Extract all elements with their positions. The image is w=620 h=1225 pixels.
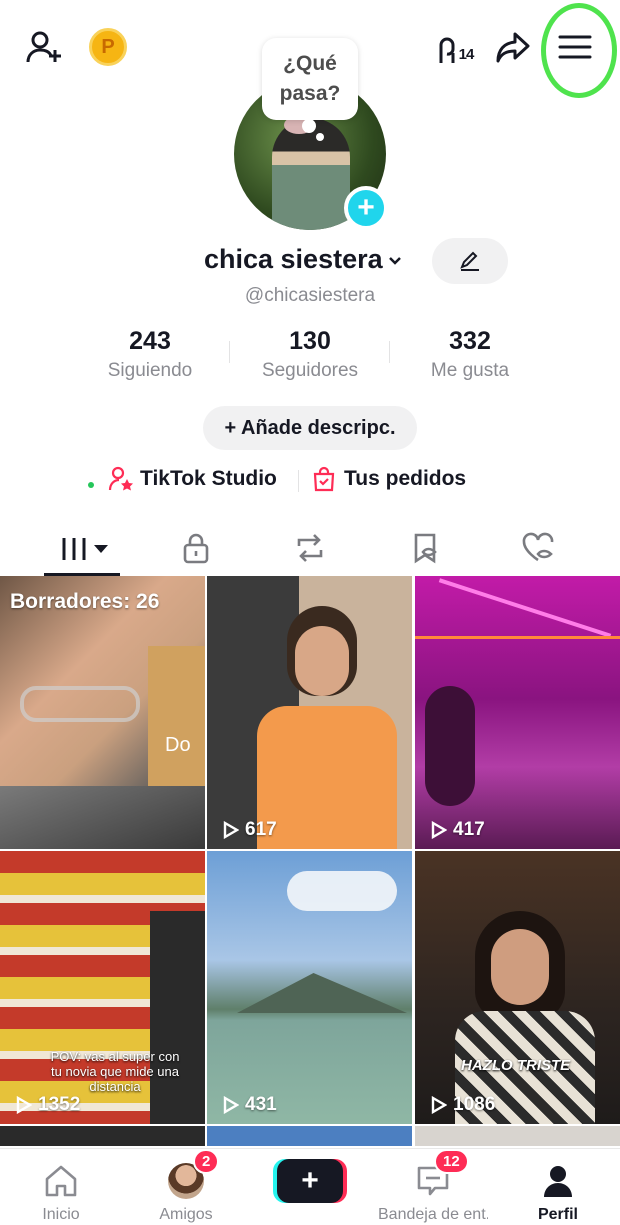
- play-icon: [16, 1096, 32, 1114]
- drafts-label: Borradores: 26: [10, 590, 160, 613]
- videos-grid-icon: [62, 538, 108, 560]
- chevron-down-icon[interactable]: [388, 250, 402, 271]
- home-icon: [43, 1163, 79, 1199]
- name-row: chica siestera: [0, 238, 620, 284]
- coin-icon[interactable]: P: [89, 28, 127, 66]
- saved-icon: [414, 533, 437, 564]
- lock-icon: [183, 533, 209, 564]
- orders-link[interactable]: Tus pedidos: [312, 466, 466, 492]
- profile-icon: [540, 1163, 576, 1199]
- tab-liked[interactable]: [508, 526, 568, 570]
- edit-profile-button[interactable]: [432, 238, 508, 284]
- video-tile-partial[interactable]: [207, 1126, 412, 1146]
- video-tile-partial[interactable]: [0, 1126, 205, 1146]
- nav-profile-label: Perfil: [537, 1206, 578, 1223]
- studio-icon: [108, 466, 133, 491]
- drafts-overlay-text: Do: [165, 734, 191, 756]
- menu-highlight-circle: [541, 3, 617, 98]
- inbox-badge: 12: [434, 1149, 469, 1174]
- nav-friends[interactable]: 2 Amigos: [131, 1149, 241, 1223]
- display-name[interactable]: chica siestera: [204, 244, 383, 275]
- video-tile[interactable]: 617: [207, 576, 412, 849]
- view-count: 1086: [431, 1094, 495, 1116]
- tab-videos[interactable]: [54, 526, 114, 570]
- nav-friends-label: Amigos: [159, 1206, 213, 1223]
- add-description-button[interactable]: + Añade descripc.: [203, 406, 417, 450]
- stat-label: Me gusta: [430, 360, 510, 381]
- stat-label: Siguiendo: [107, 360, 193, 381]
- share-icon[interactable]: [492, 26, 534, 68]
- play-icon: [223, 821, 239, 839]
- nav-home-label: Inicio: [42, 1206, 80, 1223]
- tab-saved[interactable]: [396, 526, 456, 570]
- hashtag-stat-button[interactable]: 14: [430, 30, 480, 70]
- tab-reposts[interactable]: [280, 526, 340, 570]
- play-icon: [431, 1096, 447, 1114]
- view-count-value: 417: [453, 819, 485, 840]
- username: @chicasiestera: [244, 285, 376, 306]
- friends-badge: 2: [193, 1149, 220, 1174]
- nav-inbox[interactable]: 12 Bandeja de ent...: [378, 1149, 488, 1223]
- hashtag-count: 14: [458, 45, 475, 63]
- tab-private[interactable]: [166, 526, 226, 570]
- profile-stats: 243 Siguiendo 130 Seguidores 332 Me gust…: [70, 327, 550, 387]
- video-tile[interactable]: 417: [415, 576, 620, 849]
- view-count: 617: [223, 819, 277, 841]
- view-count-value: 617: [245, 819, 277, 840]
- video-tile[interactable]: 431: [207, 851, 412, 1124]
- video-tile-partial[interactable]: [415, 1126, 620, 1146]
- ring-icon: [439, 37, 455, 63]
- repost-icon: [297, 534, 323, 562]
- liked-icon: [522, 532, 554, 562]
- content-tabs: [0, 520, 620, 576]
- nav-profile[interactable]: Perfil: [503, 1157, 613, 1223]
- view-count: 417: [431, 819, 485, 841]
- profile-links: TikTok Studio Tus pedidos: [0, 462, 620, 496]
- stat-value: 130: [289, 327, 331, 355]
- nav-inbox-label: Bandeja de ent...: [378, 1206, 488, 1223]
- stat-label: Seguidores: [261, 360, 359, 381]
- status-bubble[interactable]: ¿Qué pasa?: [262, 38, 358, 120]
- online-dot: [88, 482, 94, 488]
- view-count: 431: [223, 1094, 277, 1116]
- stat-value: 243: [129, 327, 171, 355]
- view-count-value: 1352: [38, 1094, 81, 1115]
- plus-icon: +: [301, 1164, 319, 1197]
- video-caption: POV: vas al super con tu novia que mide …: [50, 1049, 180, 1094]
- stat-followers[interactable]: 130 Seguidores: [230, 327, 390, 387]
- add-story-button[interactable]: +: [344, 186, 388, 230]
- divider: [298, 470, 299, 492]
- video-tile[interactable]: HAZLO TRISTE 1086: [415, 851, 620, 1124]
- stat-likes[interactable]: 332 Me gusta: [390, 327, 550, 387]
- orders-label: Tus pedidos: [344, 467, 467, 490]
- pencil-icon: [460, 251, 479, 271]
- nav-home[interactable]: Inicio: [6, 1157, 116, 1223]
- view-count-value: 1086: [453, 1094, 496, 1115]
- stat-following[interactable]: 243 Siguiendo: [70, 327, 230, 387]
- drafts-tile[interactable]: Borradores: 26 Do: [0, 576, 205, 849]
- stat-value: 332: [449, 327, 491, 355]
- video-caption: HAZLO TRISTE: [461, 1057, 571, 1074]
- coin-letter: P: [101, 35, 115, 58]
- video-grid: Borradores: 26 Do 617 417 POV: vas al su…: [0, 576, 620, 1146]
- bottom-navigation: Inicio 2 Amigos + 12 Bandeja de ent... P…: [0, 1148, 620, 1225]
- play-icon: [223, 1096, 239, 1114]
- studio-label: TikTok Studio: [140, 467, 277, 490]
- add-friend-icon[interactable]: [22, 26, 66, 70]
- video-tile[interactable]: POV: vas al super con tu novia que mide …: [0, 851, 205, 1124]
- shopping-bag-icon: [313, 466, 335, 492]
- view-count: 1352: [16, 1094, 80, 1116]
- play-icon: [431, 821, 447, 839]
- tiktok-studio-link[interactable]: TikTok Studio: [108, 466, 277, 492]
- view-count-value: 431: [245, 1094, 277, 1115]
- create-button[interactable]: +: [277, 1159, 343, 1203]
